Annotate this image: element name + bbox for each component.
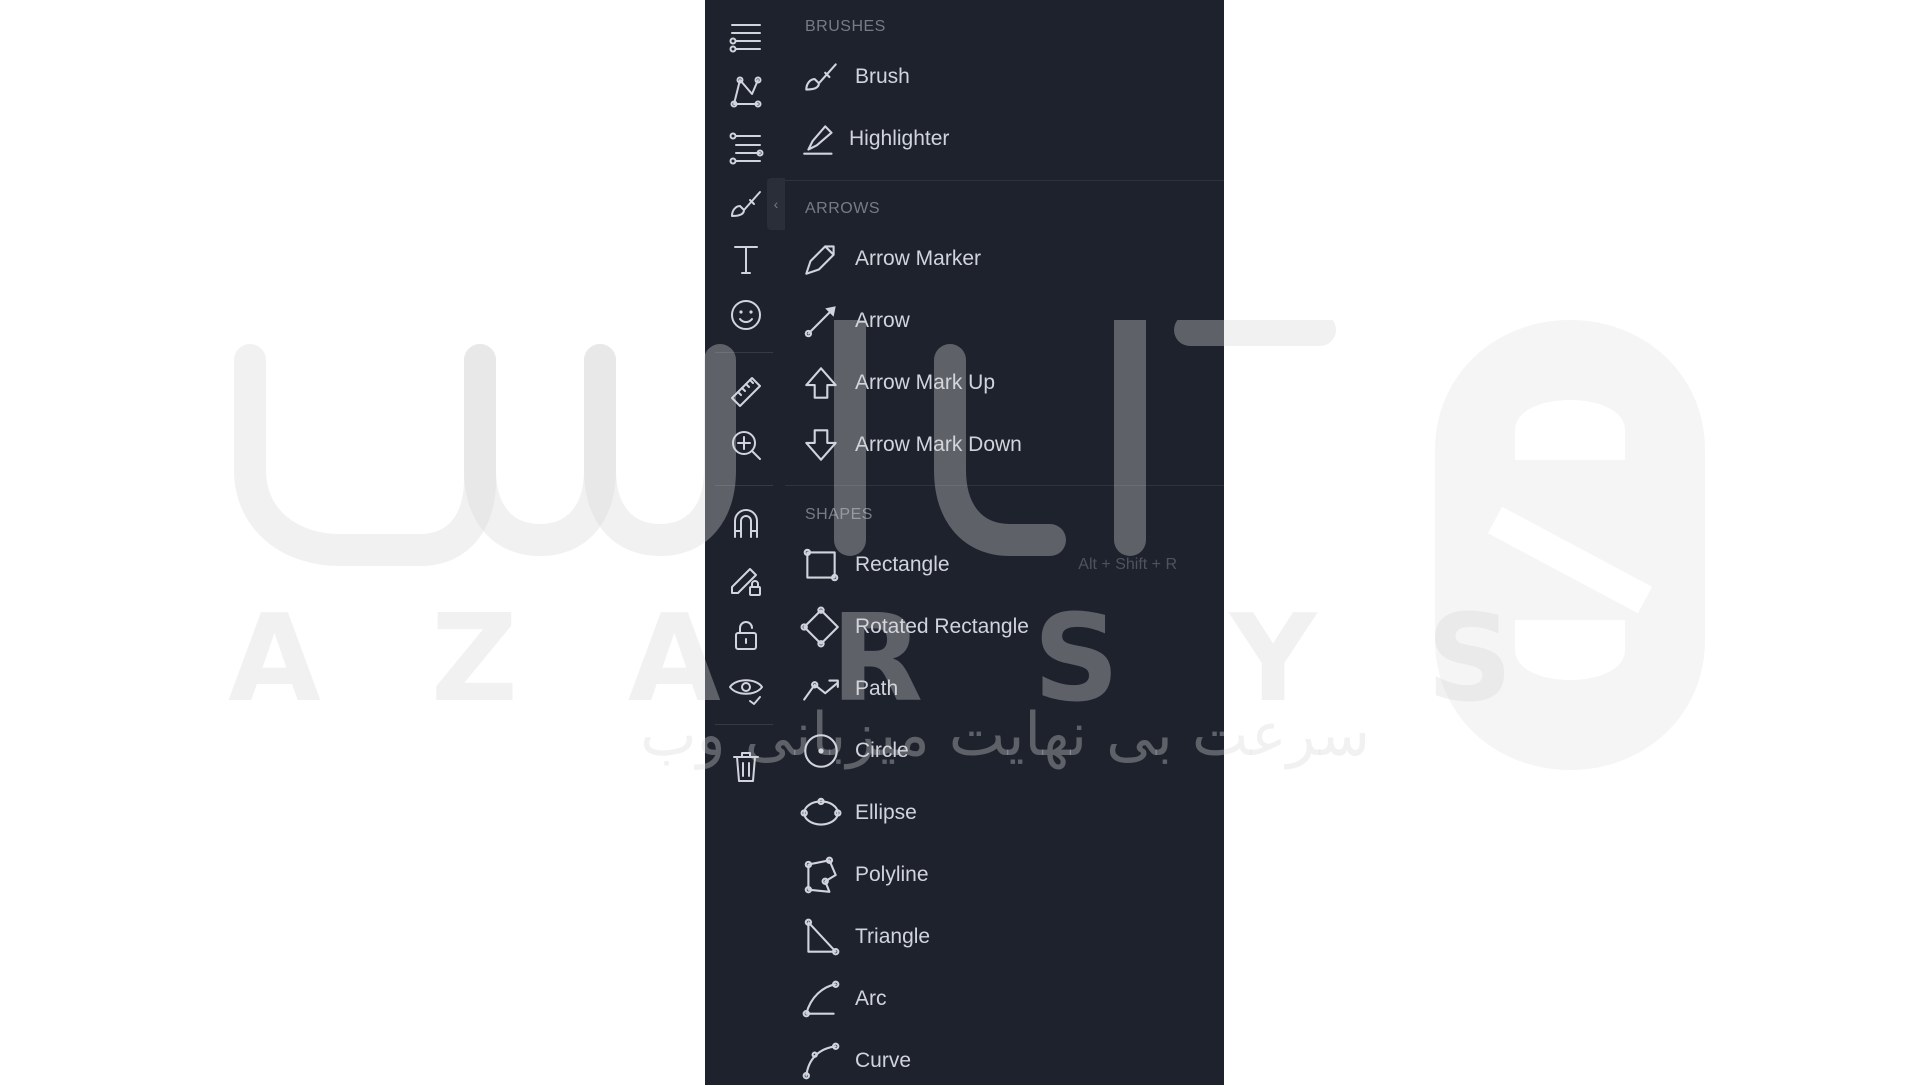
menu-item-label: Arrow [855, 309, 910, 332]
menu-item-label: Polyline [855, 863, 929, 886]
arc-icon [797, 975, 845, 1023]
collapse-toolbar-button[interactable]: ‹ [767, 178, 785, 230]
curve-icon [797, 1037, 845, 1085]
menu-item-label: Triangle [855, 925, 931, 948]
menu-item-curve[interactable]: Curve [797, 1036, 1217, 1086]
ellipse-icon [797, 789, 845, 837]
text-tool-icon[interactable] [721, 234, 771, 284]
trend-line-tools-icon[interactable] [721, 12, 771, 62]
menu-item-label: Arc [855, 987, 887, 1010]
menu-item-path[interactable]: Path [797, 664, 1217, 714]
menu-item-label: Arrow Marker [855, 247, 982, 270]
menu-item-polyline[interactable]: Polyline [797, 850, 1217, 900]
menu-item-label: Brush [855, 65, 910, 88]
menu-item-label: Rotated Rectangle [855, 615, 1029, 638]
section-title-arrows: ARROWS [805, 200, 880, 217]
menu-item-circle[interactable]: Circle [797, 726, 1217, 776]
triangle-icon [797, 913, 845, 961]
magnet-icon[interactable] [721, 498, 771, 548]
section-title-brushes: BRUSHES [805, 18, 886, 35]
arrow-down-icon [797, 421, 845, 469]
menu-item-label: Ellipse [855, 801, 917, 824]
menu-item-triangle[interactable]: Triangle [797, 912, 1217, 962]
menu-item-label: Arrow Mark Down [855, 433, 1022, 456]
menu-item-arc[interactable]: Arc [797, 974, 1217, 1024]
menu-item-arrow-mark-up[interactable]: Arrow Mark Up [797, 358, 1217, 408]
arrow-up-icon [797, 359, 845, 407]
menu-item-arrow-mark-down[interactable]: Arrow Mark Down [797, 420, 1217, 470]
toolbar-divider [715, 352, 773, 353]
toolbar-divider [715, 724, 773, 725]
highlighter-icon [797, 115, 845, 163]
eye-icon[interactable] [721, 664, 771, 714]
section-divider [785, 485, 1224, 486]
ruler-icon[interactable] [721, 365, 771, 415]
toolbar-divider [715, 485, 773, 486]
drawing-tools-menu: BRUSHES Brush Highlighter ARROWS Arrow M… [785, 0, 1224, 1085]
trash-icon[interactable] [721, 742, 771, 792]
menu-item-label: Arrow Mark Up [855, 371, 996, 394]
path-icon [797, 665, 845, 713]
rotated-rectangle-icon [797, 603, 845, 651]
watermark-logo-mark [1435, 320, 1705, 770]
menu-item-arrow-marker[interactable]: Arrow Marker [797, 234, 1217, 284]
unlock-icon[interactable] [721, 610, 771, 660]
emoji-icon[interactable] [721, 290, 771, 340]
section-title-shapes: SHAPES [805, 506, 873, 523]
polyline-icon [797, 851, 845, 899]
left-toolbar: ‹ [705, 0, 785, 1085]
menu-item-brush[interactable]: Brush [797, 52, 1217, 102]
brush-tools-icon[interactable] [721, 179, 771, 229]
brush-icon [797, 53, 845, 101]
chevron-left-icon: ‹ [773, 196, 779, 212]
menu-item-highlighter[interactable]: Highlighter [797, 114, 1217, 164]
menu-item-label: Rectangle [855, 553, 950, 576]
rectangle-icon [797, 541, 845, 589]
menu-item-label: Curve [855, 1049, 912, 1072]
menu-item-rectangle[interactable]: Rectangle Alt + Shift + R [797, 540, 1217, 590]
arrow-marker-icon [797, 235, 845, 283]
lock-drawing-icon[interactable] [721, 554, 771, 604]
menu-item-label: Circle [855, 739, 909, 762]
section-divider [785, 180, 1224, 181]
fib-tools-icon[interactable] [721, 123, 771, 173]
menu-item-rotated-rectangle[interactable]: Rotated Rectangle [797, 602, 1217, 652]
drawing-tools-panel: ‹ BRUSHES Brush Highlighter ARROWS Arrow… [705, 0, 1224, 1085]
menu-item-label: Path [855, 677, 899, 700]
menu-item-arrow[interactable]: Arrow [797, 296, 1217, 346]
zoom-in-icon[interactable] [721, 420, 771, 470]
menu-item-label: Highlighter [849, 127, 950, 150]
circle-icon [797, 727, 845, 775]
menu-item-ellipse[interactable]: Ellipse [797, 788, 1217, 838]
pattern-tools-icon[interactable] [721, 67, 771, 117]
arrow-icon [797, 297, 845, 345]
shortcut-hint: Alt + Shift + R [1078, 556, 1177, 573]
